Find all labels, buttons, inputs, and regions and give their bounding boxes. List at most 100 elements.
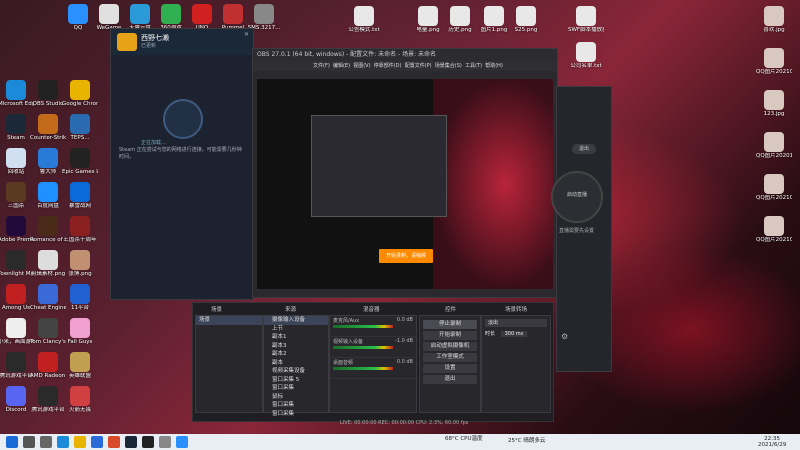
desktop-file[interactable]: 公告模式.txt xyxy=(346,6,382,34)
qq-icon[interactable] xyxy=(176,436,188,448)
obs-preview[interactable]: 开始录制，请稍候 xyxy=(257,79,553,289)
mixer-channel[interactable]: 麦克风/Aux 0.0 dB xyxy=(330,316,416,337)
desktop-app[interactable]: Among Us xyxy=(0,284,34,312)
desktop-app[interactable]: Discord xyxy=(0,386,34,414)
desktop-file[interactable]: 电量.png xyxy=(410,6,446,34)
desktop-app[interactable]: Google Chrome xyxy=(62,80,98,108)
obs-dock: 场景 来源 混音器 控件 场景转场 场景 摄像输入设备 上节 副本1 副本3 副本2 副本… xyxy=(192,302,554,422)
desktop-app[interactable]: 火箭无畏 xyxy=(62,386,98,414)
source-item[interactable]: 副本3 xyxy=(264,342,328,351)
chrome-icon[interactable] xyxy=(108,436,120,448)
control-button[interactable]: 设置 xyxy=(423,364,477,373)
desktop-app[interactable]: OBS Studio xyxy=(30,80,66,108)
desktop-app[interactable]: 11平台 xyxy=(62,284,98,312)
desktop-app[interactable]: 张博.png xyxy=(62,250,98,278)
source-item[interactable]: 副本2 xyxy=(264,350,328,359)
task-view-icon[interactable] xyxy=(40,436,52,448)
live-exit-button[interactable]: 退出 xyxy=(572,144,596,154)
weather[interactable]: 25°C 晴朗多云 xyxy=(508,438,545,444)
desktop-app[interactable]: Epic Games Launcher xyxy=(62,148,98,176)
edge-icon[interactable] xyxy=(57,436,69,448)
mixer-channel[interactable]: 视频输入设备 -1.0 dB xyxy=(330,337,416,358)
duration-input[interactable]: 300 ms xyxy=(500,331,528,337)
source-item[interactable]: 窗口采集 xyxy=(264,401,328,410)
desktop-file[interactable]: S25.png xyxy=(508,6,544,34)
desktop-app[interactable]: 暴雪战网 xyxy=(62,182,98,210)
desktop-file[interactable]: QQ图片20201117... xyxy=(756,132,792,160)
desktop-app[interactable]: 剪辑素材.png xyxy=(30,250,66,278)
control-button[interactable]: 工作室模式 xyxy=(423,353,477,362)
desktop-app[interactable]: 回收站 xyxy=(0,148,34,176)
store-icon[interactable] xyxy=(91,436,103,448)
desktop-app[interactable]: Townlight Manager xyxy=(0,250,34,278)
source-item[interactable]: 窗口采集 5 xyxy=(264,376,328,385)
desktop-app-icon xyxy=(6,182,26,202)
control-button[interactable]: 开始录制 xyxy=(423,331,477,340)
source-item[interactable]: 窗口采集 xyxy=(264,410,328,419)
steam-window[interactable]: 西野七濑 已更新 ✕ 正在加载… Steam 正在尝试与您的网络进行连接。可能需… xyxy=(110,28,254,300)
desktop-app[interactable]: 腾讯游戏平台 xyxy=(0,352,34,380)
control-button[interactable]: 停止录制 xyxy=(423,320,477,329)
obs-window[interactable]: OBS 27.0.1 (64 bit, windows) - 配置文件: 未命名… xyxy=(252,48,558,298)
desktop-file[interactable]: QQ图片20210527... xyxy=(756,48,792,76)
desktop-file[interactable]: 公司名单.txt xyxy=(568,42,604,70)
desktop-app[interactable]: TEPS... xyxy=(62,114,98,142)
source-item[interactable]: 视频采集设备 xyxy=(264,367,328,376)
control-button[interactable]: 启动虚拟摄像机 xyxy=(423,342,477,351)
desktop-app[interactable]: 英雄联盟 xyxy=(62,352,98,380)
menu-view[interactable]: 视图(V) xyxy=(353,63,370,69)
desktop-file[interactable]: QQ图片20210102... xyxy=(756,174,792,202)
desktop-app[interactable]: 小米，画面游戏... xyxy=(0,318,34,346)
wegame-icon[interactable] xyxy=(159,436,171,448)
steam-close-icon[interactable]: ✕ xyxy=(244,31,249,38)
desktop-app[interactable]: 腾讯游戏平台 xyxy=(30,386,66,414)
desktop-file[interactable]: 图片1.png xyxy=(476,6,512,34)
start-icon[interactable] xyxy=(6,436,18,448)
desktop-app[interactable]: Counter-Strike Global Off... xyxy=(30,114,66,142)
desktop-app[interactable]: Fall Guys xyxy=(62,318,98,346)
mixer-channel[interactable]: 桌面音频 0.0 dB xyxy=(330,358,416,379)
menu-file[interactable]: 文件(F) xyxy=(313,63,330,69)
control-button[interactable]: 退出 xyxy=(423,375,477,384)
clock[interactable]: 22:35 2021/6/29 xyxy=(758,436,786,448)
desktop-app[interactable]: 三国杀 xyxy=(0,182,34,210)
menu-profile[interactable]: 配置文件(P) xyxy=(405,63,432,69)
desktop-app[interactable]: Steam xyxy=(0,114,34,142)
gear-icon[interactable]: ⚙ xyxy=(561,332,568,341)
menu-dock[interactable]: 停靠部件(D) xyxy=(374,63,402,69)
obs-icon[interactable] xyxy=(142,436,154,448)
desktop-app[interactable]: 鲁大师 xyxy=(30,148,66,176)
desktop-file[interactable]: 123.jpg xyxy=(756,90,792,118)
live-panel[interactable]: 退出 启动直播 直播需要先设置 ⚙ xyxy=(551,86,612,372)
desktop-app-icon xyxy=(70,250,90,270)
desktop-file[interactable]: SWF脚本播放器.exe xyxy=(568,6,604,34)
source-item[interactable]: 窗口采集 xyxy=(264,384,328,393)
scene-item[interactable]: 场景 xyxy=(196,316,262,325)
menu-scene-collection[interactable]: 场景集合(S) xyxy=(435,63,462,69)
desktop-app[interactable]: Microsoft Edge xyxy=(0,80,34,108)
desktop-app[interactable]: 百度网盘 xyxy=(30,182,66,210)
desktop-app[interactable]: AMD Radeon Software xyxy=(30,352,66,380)
desktop-app[interactable]: 三国杀十周年 xyxy=(62,216,98,244)
source-item[interactable]: 上节 xyxy=(264,325,328,334)
source-item[interactable]: 副本 xyxy=(264,359,328,368)
desktop-app-icon xyxy=(70,318,90,338)
menu-edit[interactable]: 编辑(E) xyxy=(333,63,350,69)
source-item[interactable]: 鼠标 xyxy=(264,393,328,402)
desktop-app[interactable]: Romance of the Three... xyxy=(30,216,66,244)
desktop-app[interactable]: Tom Clancy's Ra... xyxy=(30,318,66,346)
explorer-icon[interactable] xyxy=(74,436,86,448)
steam-icon[interactable] xyxy=(125,436,137,448)
menu-tools[interactable]: 工具(T) xyxy=(465,63,482,69)
transition-select[interactable]: 淡出 xyxy=(485,319,547,327)
menu-help[interactable]: 帮助(H) xyxy=(485,63,503,69)
desktop-app[interactable]: Adobe Premiere... xyxy=(0,216,34,244)
desktop-app[interactable]: Cheat Engine xyxy=(30,284,66,312)
desktop-file[interactable]: 历史.png xyxy=(442,6,478,34)
source-item[interactable]: 摄像输入设备 xyxy=(264,316,328,325)
desktop-file[interactable]: QQ图片20210111... xyxy=(756,216,792,244)
search-icon[interactable] xyxy=(23,436,35,448)
live-start-ring[interactable]: 启动直播 xyxy=(551,171,603,223)
desktop-file[interactable]: 喜欢.jpg xyxy=(756,6,792,34)
source-item[interactable]: 副本1 xyxy=(264,333,328,342)
